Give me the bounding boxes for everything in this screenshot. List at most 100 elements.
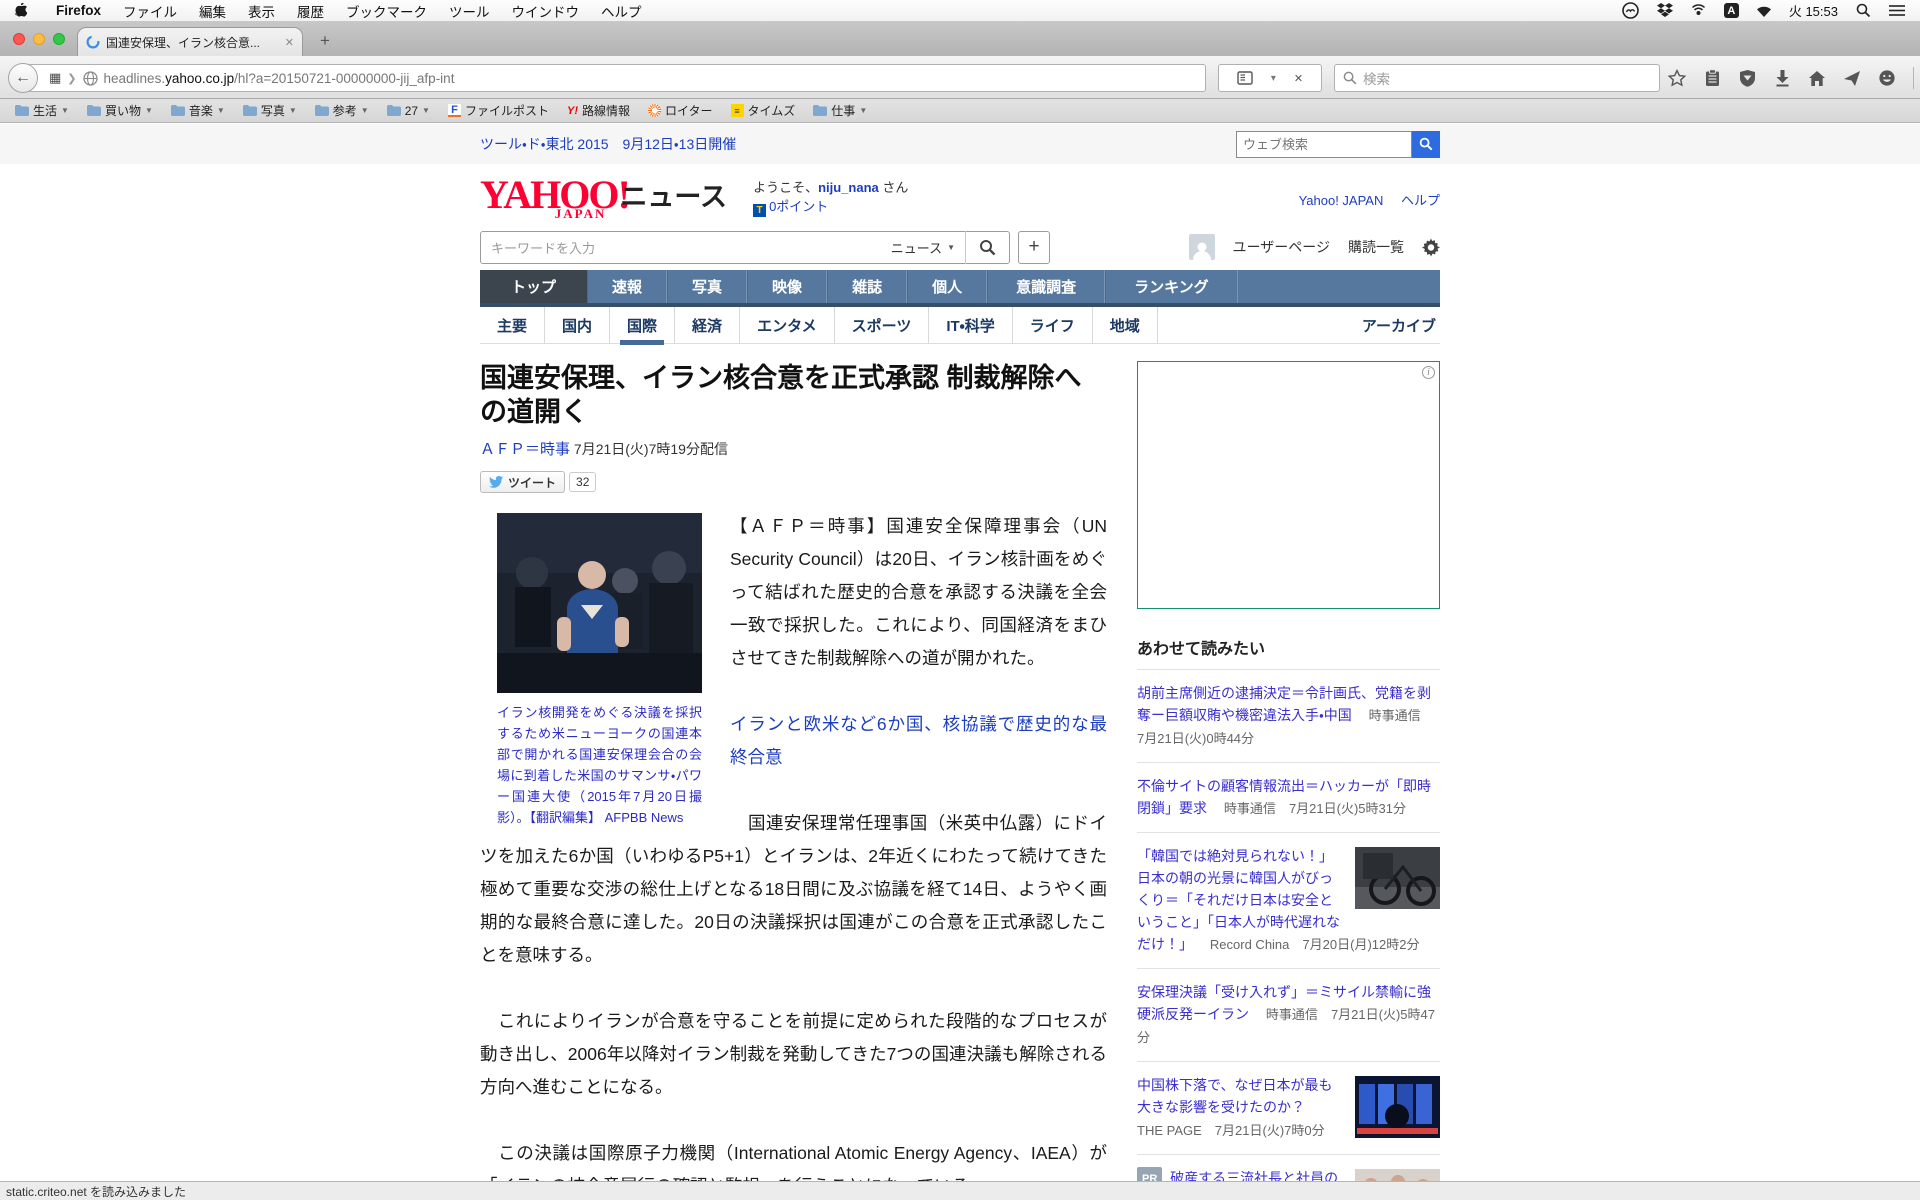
nav-tab-photo[interactable]: 写真 xyxy=(667,270,748,303)
spotlight-icon[interactable] xyxy=(1854,2,1872,20)
minimize-window-button[interactable] xyxy=(33,33,45,45)
thumbnail-stock-screens[interactable] xyxy=(1355,1076,1440,1138)
subscriptions-link[interactable]: 購読一覧 xyxy=(1348,237,1404,257)
nav-tab-poll[interactable]: 意識調査 xyxy=(987,270,1106,303)
nav-tab-magazine[interactable]: 雑誌 xyxy=(827,270,908,303)
sidebar-item-3[interactable]: 「韓国では絶対見られない！」日本の朝の光景に韓国人がびっくり＝「それだけ日本は安… xyxy=(1137,833,1440,969)
bookmark-transit[interactable]: Y! 路線情報 xyxy=(560,102,637,119)
subnav-region[interactable]: 地域 xyxy=(1093,306,1158,344)
page-viewport: ツール・ド・東北 2015 9月12日・13日開催 YAHOO! JAPAN ニ… xyxy=(0,124,1920,1200)
ad-slot-top[interactable]: i xyxy=(1137,361,1440,609)
sidebar-item-5[interactable]: 中国株下落で、なぜ日本が最も大きな影響を受けたのか？ THE PAGE 7月21… xyxy=(1137,1062,1440,1155)
menu-window[interactable]: ウインドウ xyxy=(501,1,591,21)
user-page-link[interactable]: ユーザーページ xyxy=(1233,237,1330,257)
yahoo-japan-link[interactable]: Yahoo! JAPAN xyxy=(1299,193,1384,208)
sidebar-item-2[interactable]: 不倫サイトの顧客情報流出＝ハッカーが「即時閉鎖」要求 時事通信 7月21日(火)… xyxy=(1137,763,1440,833)
tab-close-icon[interactable]: ✕ xyxy=(285,36,294,49)
apple-menu-icon[interactable] xyxy=(14,3,27,18)
menu-firefox[interactable]: Firefox xyxy=(45,3,112,18)
nav-tab-sokuho[interactable]: 速報 xyxy=(587,270,668,303)
menu-history[interactable]: 履歴 xyxy=(286,1,335,21)
subnav-entertainment[interactable]: エンタメ xyxy=(740,306,835,344)
ad-info-icon[interactable]: i xyxy=(1422,366,1435,379)
pocket-clipboard-icon[interactable] xyxy=(1703,69,1721,87)
subnav-domestic[interactable]: 国内 xyxy=(545,306,611,344)
help-link[interactable]: ヘルプ xyxy=(1401,193,1440,208)
send-tab-icon[interactable] xyxy=(1843,69,1861,87)
username-link[interactable]: niju_nana xyxy=(818,180,879,195)
archive-link[interactable]: アーカイブ xyxy=(1362,315,1440,336)
search-scope-dropdown[interactable]: ニュース ▼ xyxy=(881,238,965,257)
globe-icon[interactable] xyxy=(82,70,98,86)
menubar-clock[interactable]: 火 15:53 xyxy=(1789,1,1838,20)
creative-cloud-icon[interactable] xyxy=(1622,2,1640,20)
url-bar[interactable]: ▦ ❯ headlines.yahoo.co.jp/hl?a=20150721-… xyxy=(24,64,1206,92)
web-search-input[interactable] xyxy=(1236,130,1412,158)
dropbox-icon[interactable] xyxy=(1656,2,1674,20)
bookmark-folder-27[interactable]: 27 ▼ xyxy=(380,104,437,118)
subnav-sports[interactable]: スポーツ xyxy=(835,306,930,344)
shield-mask-icon[interactable] xyxy=(1738,69,1756,87)
home-icon[interactable] xyxy=(1808,69,1826,87)
browser-search-field[interactable]: 検索 xyxy=(1334,64,1660,92)
menu-bookmarks[interactable]: ブックマーク xyxy=(335,1,438,21)
reader-close-icon[interactable]: ✕ xyxy=(1294,72,1303,85)
input-source-icon[interactable]: A xyxy=(1723,3,1739,18)
tweet-button[interactable]: ツイート xyxy=(480,471,566,493)
bookmark-reuters[interactable]: ロイター xyxy=(641,102,720,119)
reader-dropdown-icon[interactable]: ▾ xyxy=(1271,73,1276,84)
menu-tools[interactable]: ツール xyxy=(438,1,501,21)
notification-center-icon[interactable] xyxy=(1888,2,1906,20)
thumbnail-bicycle[interactable] xyxy=(1355,847,1440,909)
source-link[interactable]: ＡＦＰ＝時事 xyxy=(480,441,570,458)
subnav-life[interactable]: ライフ xyxy=(1013,306,1093,344)
new-tab-button[interactable]: + xyxy=(312,29,338,53)
browser-tab[interactable]: 国連安保理、イラン核合意... ✕ xyxy=(77,27,303,56)
subnav-international[interactable]: 国際 xyxy=(610,306,676,345)
nav-tab-top[interactable]: トップ xyxy=(480,270,588,303)
reader-widget[interactable]: ▾ ✕ xyxy=(1218,64,1322,92)
reader-mode-icon[interactable] xyxy=(1237,71,1253,85)
tiles-icon[interactable]: ▦ xyxy=(49,70,61,86)
url-text[interactable]: headlines.yahoo.co.jp/hl?a=20150721-0000… xyxy=(104,71,455,86)
points-link[interactable]: 0ポイント xyxy=(769,199,828,214)
nav-tab-ranking[interactable]: ランキング xyxy=(1105,270,1238,303)
bookmark-filepost[interactable]: F ファイルポスト xyxy=(441,102,556,119)
close-window-button[interactable] xyxy=(13,33,25,45)
bookmark-folder-reference[interactable]: 参考 ▼ xyxy=(308,102,376,119)
bookmark-folder-work[interactable]: 仕事 ▼ xyxy=(806,102,874,119)
sidebar-item-4[interactable]: 安保理決議「受け入れず」＝ミサイル禁輸に強硬派反発ーイラン 時事通信 7月21日… xyxy=(1137,969,1440,1062)
bookmark-folder-life[interactable]: 生活 ▼ xyxy=(8,102,76,119)
bookmark-folder-shopping[interactable]: 買い物 ▼ xyxy=(80,102,160,119)
menu-file[interactable]: ファイル xyxy=(112,1,188,21)
downloads-icon[interactable] xyxy=(1773,69,1791,87)
subnav-it-science[interactable]: IT・科学 xyxy=(929,306,1013,344)
wifi-icon[interactable] xyxy=(1755,2,1773,20)
web-search-button[interactable] xyxy=(1412,130,1440,158)
nav-tab-personal[interactable]: 個人 xyxy=(907,270,988,303)
menu-view[interactable]: 表示 xyxy=(237,1,286,21)
subnav-economy[interactable]: 経済 xyxy=(675,306,741,344)
menu-help[interactable]: ヘルプ xyxy=(590,1,653,21)
menu-edit[interactable]: 編集 xyxy=(188,1,237,21)
bookmark-folder-music[interactable]: 音楽 ▼ xyxy=(164,102,232,119)
gear-icon[interactable] xyxy=(1422,238,1440,256)
nav-tab-video[interactable]: 映像 xyxy=(747,270,828,303)
hotspot-icon[interactable] xyxy=(1690,2,1708,20)
subnav-main[interactable]: 主要 xyxy=(480,306,546,344)
bookmark-star-icon[interactable] xyxy=(1668,69,1686,87)
zoom-window-button[interactable] xyxy=(53,33,65,45)
back-button[interactable]: ← xyxy=(8,63,38,93)
tweet-count[interactable]: 32 xyxy=(569,472,597,492)
bookmark-times[interactable]: ≡ タイムズ xyxy=(724,102,803,119)
bookmark-folder-photo[interactable]: 写真 ▼ xyxy=(236,102,304,119)
add-keyword-button[interactable]: + xyxy=(1018,230,1050,264)
news-search-button[interactable] xyxy=(965,230,1009,264)
yahoo-news-logo[interactable]: YAHOO! JAPAN ニュース xyxy=(480,175,727,222)
sidebar-item-1[interactable]: 胡前主席側近の逮捕決定＝令計画氏、党籍を剥奪ー巨額収賄や機密違法入手・中国 時事… xyxy=(1137,670,1440,763)
feedback-smiley-icon[interactable] xyxy=(1878,69,1896,87)
article-photo[interactable] xyxy=(497,513,702,693)
promo-link[interactable]: ツール・ド・東北 2015 9月12日・13日開催 xyxy=(480,134,736,154)
avatar[interactable] xyxy=(1188,234,1215,260)
news-search-box[interactable]: キーワードを入力 ニュース ▼ xyxy=(480,230,1010,264)
